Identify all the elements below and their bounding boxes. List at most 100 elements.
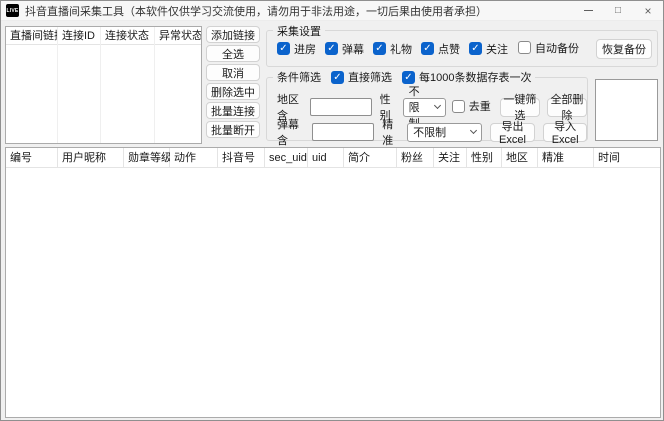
dedupe-checkbox-label: 去重 bbox=[469, 98, 491, 114]
records-column-header-6[interactable]: uid bbox=[308, 148, 344, 168]
one-key-filter-button[interactable]: 一键筛选 bbox=[500, 98, 540, 117]
rooms-table: 直播间链接连接ID连接状态异常状态 bbox=[5, 26, 202, 144]
direct-filter-checkbox-box[interactable]: ✓ bbox=[331, 71, 344, 84]
records-column-header-2[interactable]: 勋章等级 bbox=[124, 148, 170, 168]
delete-all-button[interactable]: 全部删除 bbox=[547, 98, 587, 117]
batch-connect-button[interactable]: 批量连接 bbox=[206, 102, 260, 119]
gender-select[interactable]: 不限制 bbox=[403, 98, 446, 117]
chevron-down-icon bbox=[470, 127, 477, 134]
collect-settings-group: 采集设置 ✓进房✓弹幕✓礼物✓点赞✓关注 自动备份 恢复备份 bbox=[266, 30, 658, 67]
records-column-header-11[interactable]: 地区 bbox=[502, 148, 538, 168]
close-button[interactable]: × bbox=[633, 1, 663, 20]
records-column-10: 性别 bbox=[467, 148, 502, 168]
records-column-12: 精准 bbox=[538, 148, 594, 168]
gift-checkbox-label: 礼物 bbox=[390, 41, 412, 57]
follow-checkbox-box[interactable]: ✓ bbox=[469, 42, 482, 55]
records-column-0: 编号 bbox=[6, 148, 58, 168]
records-column-13: 时间 bbox=[594, 148, 661, 168]
filter-row-danmaku: 弹幕含 精准 不限制 导出Excel 导入Excel bbox=[277, 116, 587, 148]
records-column-header-4[interactable]: 抖音号 bbox=[218, 148, 265, 168]
minimize-icon bbox=[584, 10, 593, 11]
add-link-button[interactable]: 添加链接 bbox=[206, 26, 260, 43]
records-column-header-7[interactable]: 简介 bbox=[344, 148, 397, 168]
records-column-5: sec_uid bbox=[265, 148, 308, 168]
records-column-header-0[interactable]: 编号 bbox=[6, 148, 58, 168]
records-column-6: uid bbox=[308, 148, 344, 168]
dedupe-checkbox-box[interactable] bbox=[452, 100, 465, 113]
gift-checkbox[interactable]: ✓ 礼物 bbox=[373, 41, 412, 57]
cancel-button[interactable]: 取消 bbox=[206, 64, 260, 81]
dedupe-checkbox[interactable]: 去重 bbox=[452, 98, 491, 114]
auto-backup-checkbox-box[interactable] bbox=[518, 41, 531, 54]
preview-box bbox=[595, 79, 658, 141]
like-checkbox-box[interactable]: ✓ bbox=[421, 42, 434, 55]
rooms-column-0: 直播间链接 bbox=[6, 27, 58, 143]
collect-options: ✓进房✓弹幕✓礼物✓点赞✓关注 bbox=[277, 41, 508, 57]
records-table-header: 编号用户昵称勋章等级动作抖音号sec_uiduid简介粉丝关注性别地区精准时间 bbox=[6, 148, 660, 168]
records-column-header-13[interactable]: 时间 bbox=[594, 148, 661, 168]
direct-filter-mount: ✓ 直接筛选 bbox=[331, 69, 392, 85]
danmaku-contains-input[interactable] bbox=[312, 123, 374, 141]
danmaku-checkbox-box[interactable]: ✓ bbox=[325, 42, 338, 55]
records-column-11: 地区 bbox=[502, 148, 538, 168]
window-controls: □ × bbox=[573, 1, 663, 20]
batch-save-checkbox-box[interactable]: ✓ bbox=[402, 71, 415, 84]
records-column-9: 关注 bbox=[434, 148, 467, 168]
precise-select-value: 不限制 bbox=[413, 124, 446, 140]
rooms-column-1: 连接ID bbox=[58, 27, 101, 143]
direct-filter-checkbox[interactable]: ✓ 直接筛选 bbox=[331, 69, 392, 85]
records-column-header-12[interactable]: 精准 bbox=[538, 148, 594, 168]
auto-backup-mount: 自动备份 bbox=[518, 40, 579, 58]
records-column-4: 抖音号 bbox=[218, 148, 265, 168]
titlebar: LIVE 抖音直播间采集工具（本软件仅供学习交流使用，请勿用于非法用途，一切后果… bbox=[1, 1, 663, 21]
rooms-column-2: 连接状态 bbox=[101, 27, 155, 143]
records-column-header-5[interactable]: sec_uid bbox=[265, 148, 308, 168]
gift-checkbox-box[interactable]: ✓ bbox=[373, 42, 386, 55]
filter-group-header: 条件筛选 ✓ 直接筛选 ✓ 每1000条数据存表一次 bbox=[273, 69, 535, 85]
restore-backup-button[interactable]: 恢复备份 bbox=[596, 39, 652, 59]
maximize-button[interactable]: □ bbox=[603, 1, 633, 20]
collect-options-row: ✓进房✓弹幕✓礼物✓点赞✓关注 自动备份 恢复备份 bbox=[277, 31, 652, 66]
danmaku-checkbox[interactable]: ✓ 弹幕 bbox=[325, 41, 364, 57]
region-contains-input[interactable] bbox=[310, 98, 372, 116]
rooms-column-header-2[interactable]: 连接状态 bbox=[101, 27, 154, 45]
danmaku-contains-label: 弹幕含 bbox=[277, 116, 308, 148]
records-table-body bbox=[6, 168, 660, 418]
batch-disconnect-button[interactable]: 批量断开 bbox=[206, 121, 260, 138]
enter-room-checkbox-box[interactable]: ✓ bbox=[277, 42, 290, 55]
window-title: 抖音直播间采集工具（本软件仅供学习交流使用，请勿用于非法用途，一切后果由使用者承… bbox=[25, 3, 487, 19]
records-column-header-10[interactable]: 性别 bbox=[467, 148, 502, 168]
export-excel-button[interactable]: 导出Excel bbox=[490, 123, 536, 142]
records-column-2: 勋章等级 bbox=[124, 148, 170, 168]
records-column-1: 用户昵称 bbox=[58, 148, 124, 168]
link-actions: 添加链接全选取消删除选中批量连接批量断开 bbox=[206, 26, 260, 138]
rooms-column-header-3[interactable]: 异常状态 bbox=[155, 27, 202, 45]
select-all-button[interactable]: 全选 bbox=[206, 45, 260, 62]
like-checkbox-label: 点赞 bbox=[438, 41, 460, 57]
rooms-column-3: 异常状态 bbox=[155, 27, 202, 143]
minimize-button[interactable] bbox=[573, 1, 603, 20]
records-column-3: 动作 bbox=[170, 148, 218, 168]
auto-backup-checkbox[interactable]: 自动备份 bbox=[518, 40, 579, 56]
records-column-header-3[interactable]: 动作 bbox=[170, 148, 218, 168]
rooms-column-header-1[interactable]: 连接ID bbox=[58, 27, 100, 45]
precise-label: 精准 bbox=[382, 116, 403, 148]
filter-label: 条件筛选 bbox=[277, 69, 321, 85]
follow-checkbox-label: 关注 bbox=[486, 41, 508, 57]
records-column-header-1[interactable]: 用户昵称 bbox=[58, 148, 124, 168]
danmaku-checkbox-label: 弹幕 bbox=[342, 41, 364, 57]
records-column-header-8[interactable]: 粉丝 bbox=[397, 148, 434, 168]
delete-selected-button[interactable]: 删除选中 bbox=[206, 83, 260, 100]
direct-filter-checkbox-label: 直接筛选 bbox=[348, 69, 392, 85]
precise-select[interactable]: 不限制 bbox=[407, 123, 482, 142]
rooms-column-header-0[interactable]: 直播间链接 bbox=[6, 27, 57, 45]
follow-checkbox[interactable]: ✓ 关注 bbox=[469, 41, 508, 57]
enter-room-checkbox[interactable]: ✓进房 bbox=[277, 41, 316, 57]
batch-save-checkbox-label: 每1000条数据存表一次 bbox=[419, 69, 531, 85]
records-column-header-9[interactable]: 关注 bbox=[434, 148, 467, 168]
auto-backup-checkbox-label: 自动备份 bbox=[535, 40, 579, 56]
app-window: LIVE 抖音直播间采集工具（本软件仅供学习交流使用，请勿用于非法用途，一切后果… bbox=[0, 0, 664, 421]
records-table: 编号用户昵称勋章等级动作抖音号sec_uiduid简介粉丝关注性别地区精准时间 bbox=[5, 147, 661, 418]
import-excel-button[interactable]: 导入Excel bbox=[543, 123, 587, 142]
like-checkbox[interactable]: ✓ 点赞 bbox=[421, 41, 460, 57]
